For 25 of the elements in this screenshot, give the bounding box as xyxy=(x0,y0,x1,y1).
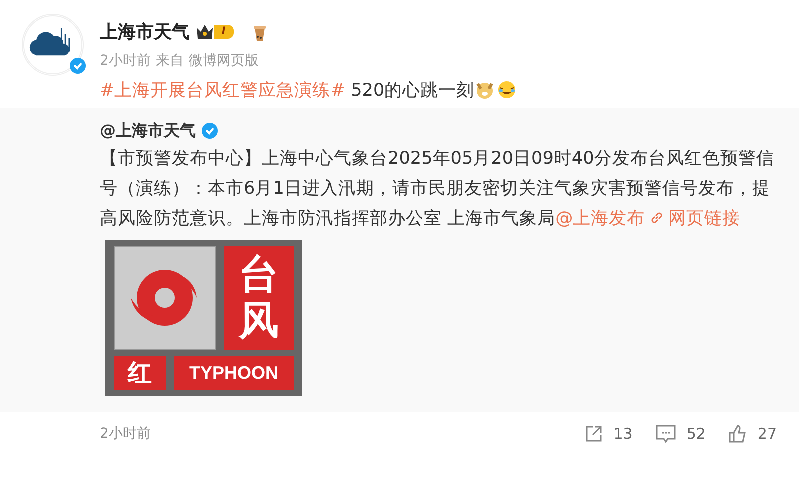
share-count: 13 xyxy=(614,425,633,443)
crown-icon xyxy=(196,24,214,40)
source-link[interactable]: 微博网页版 xyxy=(188,52,259,70)
sign-title: 台风 xyxy=(239,252,279,344)
mention-link[interactable]: @上海发布 xyxy=(556,209,646,229)
repost-time: 2小时前 xyxy=(100,425,151,443)
post-text: #上海开展台风红警应急演练# 520的心跳一刻 xyxy=(100,80,475,102)
user-name[interactable]: 上海市天气 xyxy=(100,20,190,44)
comment-count: 52 xyxy=(686,425,706,443)
dog-emoji-icon xyxy=(474,80,495,100)
crying-laugh-emoji-icon xyxy=(496,80,517,100)
source-label: 来自 xyxy=(156,52,184,70)
sign-level: 红 xyxy=(128,358,152,390)
link-icon xyxy=(650,212,663,224)
repost-author[interactable]: @上海市天气 xyxy=(100,120,196,142)
typhoon-warning-sign[interactable]: 台风 红 TYPHOON xyxy=(105,240,302,396)
repost-text: 【市预警发布中心】上海中心气象台2025年05月20日09时40分发布台风红色预警信号（演练）：本市6月1日进入汛期，请市民朋友密切关注气象灾害预警信号发布，提高风险防范意识。上海市防汛指挥部办公室 上海市气象局@上海发布 网页链接 xyxy=(100,148,776,231)
share-icon[interactable] xyxy=(584,424,604,444)
comment-icon[interactable] xyxy=(654,424,677,444)
sign-english: TYPHOON xyxy=(189,362,278,384)
level-badge: I xyxy=(214,25,234,39)
thumbs-up-icon[interactable] xyxy=(728,424,748,444)
like-count: 27 xyxy=(758,425,777,443)
web-link[interactable]: 网页链接 xyxy=(650,209,740,229)
post-time: 2小时前 xyxy=(100,52,151,70)
